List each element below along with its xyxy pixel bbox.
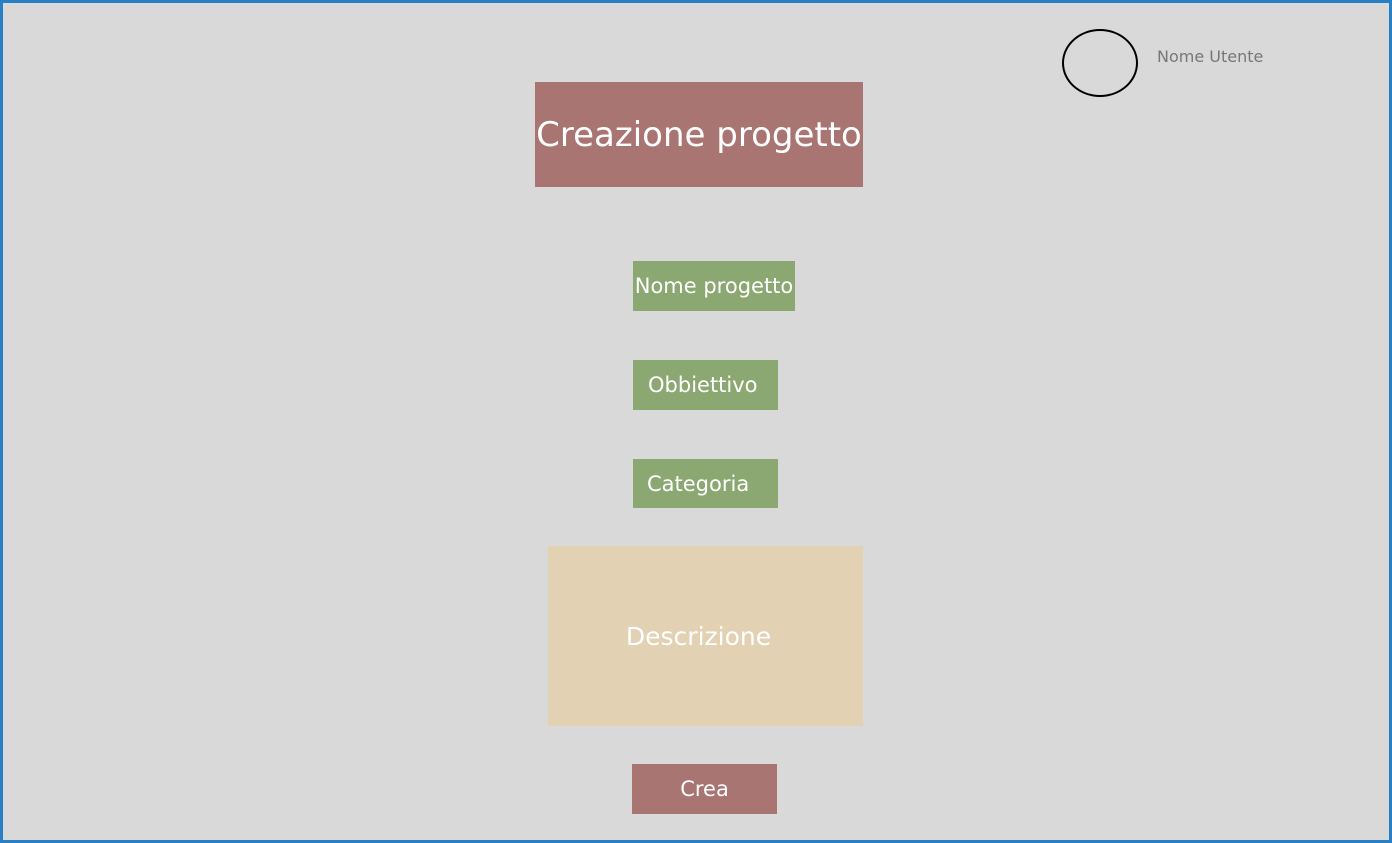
goal-label: Obbiettivo xyxy=(648,373,758,397)
username-label: Nome Utente xyxy=(1157,47,1264,66)
app-frame: Nome Utente Creazione progetto Nome prog… xyxy=(0,0,1392,843)
page-title: Creazione progetto xyxy=(535,82,863,187)
project-name-field[interactable]: Nome progetto xyxy=(633,261,795,311)
goal-field[interactable]: Obbiettivo xyxy=(633,360,778,410)
project-name-label: Nome progetto xyxy=(634,274,794,298)
create-button[interactable]: Crea xyxy=(632,764,777,814)
category-label: Categoria xyxy=(647,471,750,496)
create-button-label: Crea xyxy=(680,777,729,801)
description-label: Descrizione xyxy=(625,621,772,651)
description-field[interactable]: Descrizione xyxy=(548,546,863,726)
category-field[interactable]: Categoria xyxy=(633,459,778,508)
avatar[interactable] xyxy=(1062,29,1138,97)
